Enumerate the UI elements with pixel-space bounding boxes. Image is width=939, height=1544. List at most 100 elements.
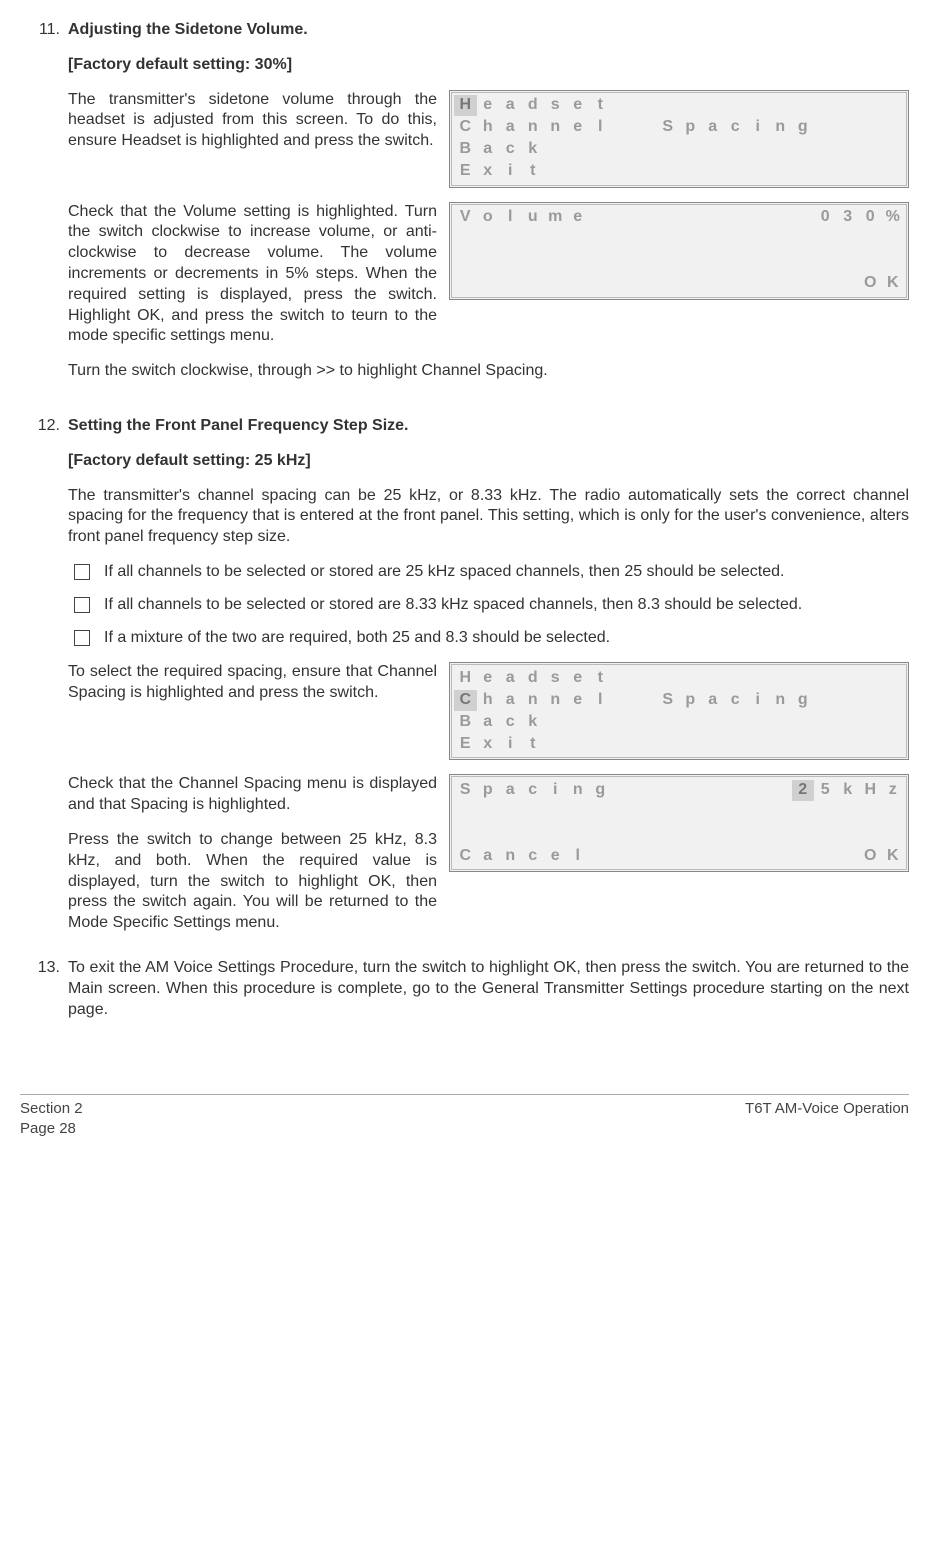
step-11: 11. Adjusting the Sidetone Volume. [Fact… [20,20,909,396]
lcd-cell: 0 [859,207,882,228]
paragraph-group: Check that the Channel Spacing menu is d… [68,774,437,934]
lcd-cell: V [454,207,477,228]
lcd-panel-spacing-value: S p a c i n g 2 5 k H z [449,774,909,872]
bullet-text: If all channels to be selected or stored… [104,595,909,616]
lcd-cell: c [724,690,747,711]
lcd-cell: e [544,846,567,867]
lcd-cell: B [454,712,477,733]
lcd-cell: g [792,690,815,711]
lcd-cell: H [454,668,477,689]
list-item: If a mixture of the two are required, bo… [68,628,909,649]
lcd-cell: z [882,780,905,801]
paragraph: The transmitter's sidetone volume throug… [68,90,437,152]
lcd-cell: u [522,207,545,228]
lcd-cell: a [499,95,522,116]
lcd-cell: l [499,207,522,228]
lcd-cell: 5 [814,780,837,801]
paragraph: Press the switch to change between 25 kH… [68,830,437,934]
lcd-cell: d [522,668,545,689]
lcd-cell: a [499,780,522,801]
footer-left: Section 2 Page 28 [20,1099,83,1138]
row-text-lcd: Check that the Volume setting is highlig… [68,202,909,348]
lcd-cell: n [769,117,792,138]
lcd-cell: H [454,95,477,116]
default-setting: [Factory default setting: 25 kHz] [68,451,909,472]
lcd-row: C h a n n e l S p a c i n g [454,117,904,139]
lcd-cell: l [589,117,612,138]
lcd-cell: C [454,690,477,711]
lcd-cell: k [837,780,860,801]
lcd-cell: t [589,95,612,116]
paragraph: Check that the Channel Spacing menu is d… [68,774,437,816]
lcd-row: H e a d s e t [454,95,904,117]
bullet-text: If a mixture of the two are required, bo… [104,628,909,649]
lcd-cell: h [477,117,500,138]
lcd-cell: n [769,690,792,711]
footer-section: Section 2 [20,1099,83,1119]
lcd-cell: O [859,846,882,867]
lcd-cell: l [567,846,590,867]
row-text-lcd: Check that the Channel Spacing menu is d… [68,774,909,934]
lcd-cell: 2 [792,780,815,801]
lcd-cell: C [454,117,477,138]
step-number: 13. [20,958,68,1034]
page-footer: Section 2 Page 28 T6T AM-Voice Operation [20,1094,909,1138]
lcd-cell: S [657,690,680,711]
lcd-cell: g [792,117,815,138]
footer-right: T6T AM-Voice Operation [745,1099,909,1138]
paragraph: Turn the switch clockwise, through >> to… [68,361,909,382]
step-number: 11. [20,20,68,396]
lcd-cell: c [499,139,522,160]
lcd-cell: a [477,139,500,160]
lcd-cell: x [477,161,500,182]
step-12: 12. Setting the Front Panel Frequency St… [20,416,909,948]
lcd-cell: E [454,734,477,755]
paragraph: Check that the Volume setting is highlig… [68,202,437,348]
checkbox-icon [74,630,90,646]
lcd-cell: s [544,668,567,689]
lcd-cell: n [522,690,545,711]
lcd-cell: n [522,117,545,138]
lcd-cell: c [499,712,522,733]
lcd-cell: a [702,690,725,711]
step-title: Setting the Front Panel Frequency Step S… [68,416,909,437]
paragraph: The transmitter's channel spacing can be… [68,486,909,548]
lcd-cell: n [544,690,567,711]
lcd-cell: t [589,668,612,689]
step-body: Setting the Front Panel Frequency Step S… [68,416,909,948]
lcd-cell: i [747,117,770,138]
lcd-cell: k [522,139,545,160]
lcd-cell: n [544,117,567,138]
row-text-lcd: The transmitter's sidetone volume throug… [68,90,909,188]
lcd-cell: e [477,95,500,116]
lcd-cell: c [724,117,747,138]
lcd-cell: H [859,780,882,801]
step-number: 12. [20,416,68,948]
lcd-cell: S [657,117,680,138]
lcd-cell: a [477,712,500,733]
footer-page: Page 28 [20,1119,83,1139]
lcd-cell: n [567,780,590,801]
lcd-cell: 0 [814,207,837,228]
lcd-cell: % [882,207,905,228]
lcd-cell: e [567,95,590,116]
lcd-cell: t [522,161,545,182]
lcd-cell: i [499,734,522,755]
lcd-cell: e [477,668,500,689]
lcd-cell: a [477,846,500,867]
lcd-cell: B [454,139,477,160]
lcd-cell: s [544,95,567,116]
bullet-list: If all channels to be selected or stored… [68,562,909,648]
lcd-panel-headset: H e a d s e t C h a n n e l [449,90,909,188]
lcd-cell: c [522,780,545,801]
row-text-lcd: To select the required spacing, ensure t… [68,662,909,760]
bullet-text: If all channels to be selected or stored… [104,562,909,583]
lcd-cell: 3 [837,207,860,228]
lcd-cell: l [589,690,612,711]
lcd-cell: E [454,161,477,182]
lcd-cell: x [477,734,500,755]
lcd-cell: o [477,207,500,228]
lcd-cell: i [747,690,770,711]
lcd-cell: a [499,690,522,711]
lcd-cell: a [702,117,725,138]
